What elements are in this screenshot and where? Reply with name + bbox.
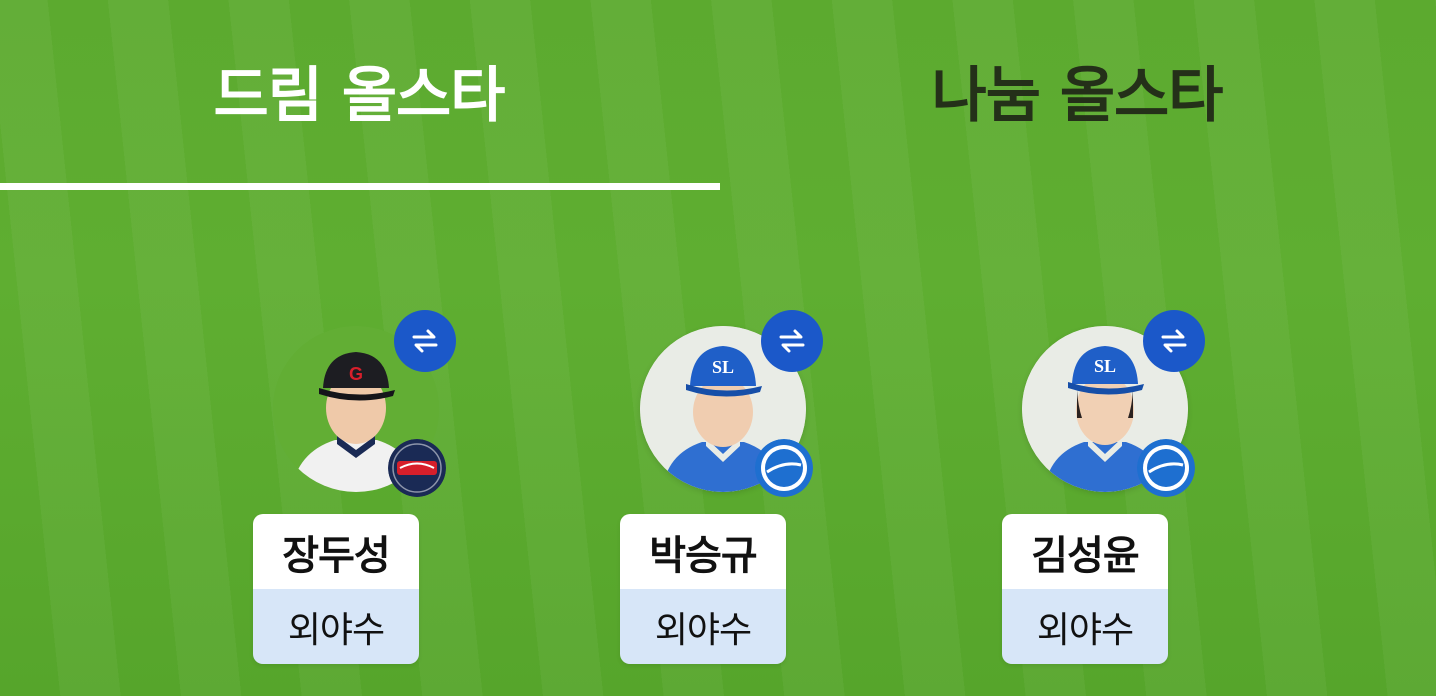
- lions-logo: [755, 439, 813, 497]
- player-card-2[interactable]: SL 박승규 외야수: [603, 310, 843, 670]
- giants-logo: [388, 439, 446, 497]
- tab-label: 나눔 올스타: [931, 60, 1224, 131]
- swap-button[interactable]: [1143, 310, 1205, 372]
- tab-bar: 드림 올스타 나눔 올스타: [0, 0, 1436, 192]
- player-position: 외야수: [253, 589, 419, 664]
- swap-button[interactable]: [761, 310, 823, 372]
- cap-letter: SL: [712, 357, 734, 377]
- swap-arrows-icon: [779, 329, 805, 353]
- player-name: 장두성: [253, 514, 419, 589]
- lions-logo: [1137, 439, 1195, 497]
- cap-letter: G: [349, 364, 363, 384]
- player-name: 김성윤: [1002, 514, 1168, 589]
- tab-nanum-allstar[interactable]: 나눔 올스타: [718, 0, 1436, 192]
- swap-arrows-icon: [1161, 329, 1187, 353]
- player-position: 외야수: [620, 589, 786, 664]
- player-info: 장두성 외야수: [253, 514, 419, 664]
- player-position: 외야수: [1002, 589, 1168, 664]
- player-info: 김성윤 외야수: [1002, 514, 1168, 664]
- player-name: 박승규: [620, 514, 786, 589]
- swap-button[interactable]: [394, 310, 456, 372]
- swap-arrows-icon: [412, 329, 438, 353]
- player-info: 박승규 외야수: [620, 514, 786, 664]
- player-card-1[interactable]: G 장두성 외야수: [236, 310, 476, 670]
- tab-label: 드림 올스타: [213, 60, 506, 131]
- active-tab-indicator: [0, 183, 720, 190]
- cap-letter: SL: [1094, 356, 1116, 376]
- tab-dream-allstar[interactable]: 드림 올스타: [0, 0, 718, 192]
- player-card-3[interactable]: SL 김성윤 외야수: [985, 310, 1225, 670]
